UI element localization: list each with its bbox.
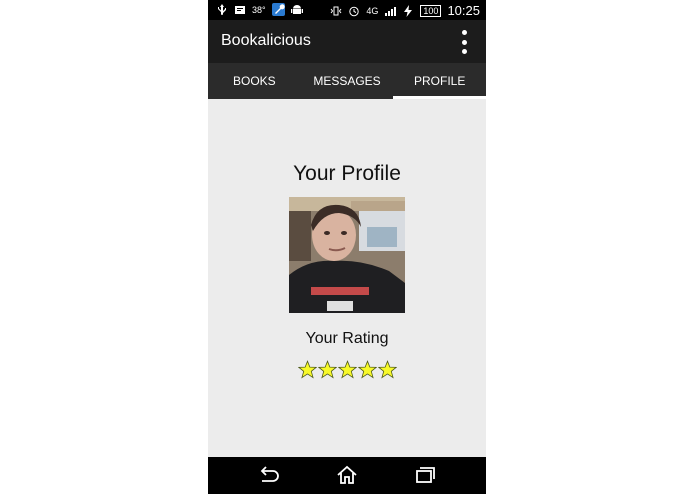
vibrate-icon (330, 5, 342, 17)
menu-dot (461, 30, 467, 35)
rating-label: Your Rating (305, 330, 389, 347)
app-title: Bookalicious (221, 32, 311, 49)
back-icon[interactable] (258, 465, 280, 485)
profile-photo (289, 197, 405, 313)
navigation-bar (208, 457, 486, 494)
status-left: 38° (216, 3, 303, 16)
star-icon[interactable] (297, 360, 317, 379)
tab-messages[interactable]: MESSAGES (301, 63, 394, 99)
home-icon[interactable] (336, 465, 358, 485)
star-icon[interactable] (317, 360, 337, 379)
network-type-text: 4G (366, 5, 379, 16)
notification-icon (234, 4, 246, 16)
alarm-icon (348, 5, 360, 17)
phone-screen: 38° 4G 100 10:25 Bookalicious BOOKS MESS… (208, 0, 486, 494)
temperature-text: 38° (252, 4, 266, 15)
wrench-icon (271, 3, 285, 16)
star-icon[interactable] (357, 360, 377, 379)
signal-icon (384, 5, 397, 17)
rating-stars (208, 360, 486, 379)
recents-icon[interactable] (414, 465, 436, 485)
usb-icon (216, 3, 228, 16)
star-icon[interactable] (337, 360, 357, 379)
status-bar: 38° 4G 100 10:25 (208, 0, 486, 20)
tab-profile[interactable]: PROFILE (393, 63, 486, 99)
tab-books[interactable]: BOOKS (208, 63, 301, 99)
star-icon[interactable] (377, 360, 397, 379)
charging-icon (402, 4, 414, 17)
android-icon (290, 4, 303, 16)
profile-content: Your Profile Your Rating (208, 99, 486, 457)
menu-dot (461, 49, 467, 54)
status-right: 4G 100 10:25 (330, 3, 480, 18)
clock: 10:25 (447, 3, 480, 18)
battery-level: 100 (420, 4, 442, 17)
more-vert-icon[interactable] (458, 30, 470, 54)
page-title: Your Profile (293, 162, 401, 185)
tab-bar: BOOKS MESSAGES PROFILE (208, 63, 486, 99)
menu-dot (461, 39, 467, 45)
app-bar: Bookalicious (208, 20, 486, 63)
avatar (289, 197, 405, 313)
